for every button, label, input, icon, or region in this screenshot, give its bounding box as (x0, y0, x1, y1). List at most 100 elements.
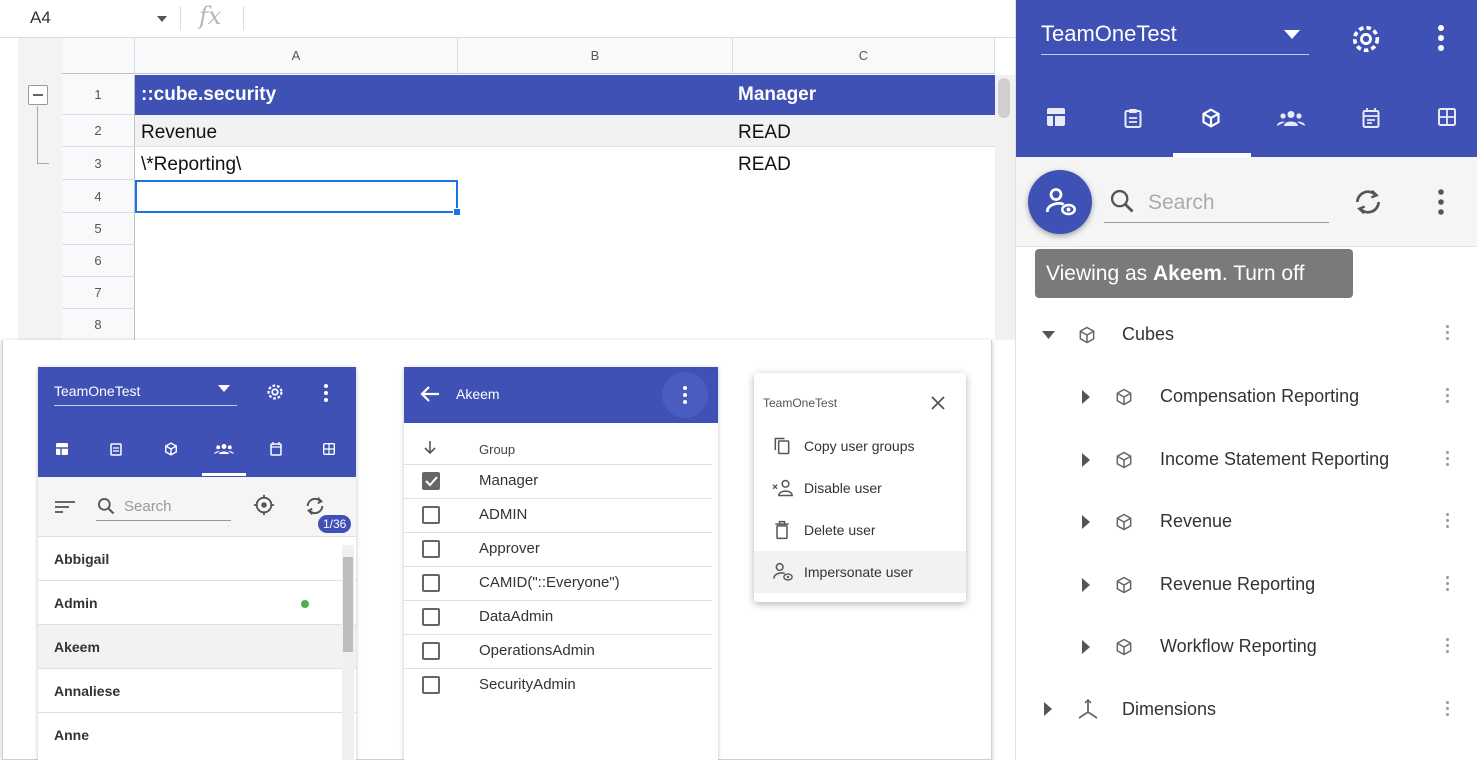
group-row[interactable]: CAMID("::Everyone") (404, 567, 712, 601)
tree-node-cube[interactable]: Compensation Reporting (1160, 386, 1359, 407)
more-vert-icon[interactable] (682, 385, 688, 405)
user-row-anne[interactable]: Anne (38, 713, 356, 757)
users-icon[interactable] (1277, 110, 1305, 126)
more-vert-icon[interactable] (1437, 24, 1445, 52)
grid-icon[interactable] (323, 443, 335, 455)
group-row[interactable]: Approver (404, 533, 712, 567)
row-header[interactable]: 8 (62, 309, 135, 340)
sync-icon[interactable] (1352, 186, 1384, 218)
delete-user-item[interactable]: Delete user (754, 509, 966, 551)
expand-right-icon[interactable] (1082, 453, 1090, 467)
expand-right-icon[interactable] (1082, 578, 1090, 592)
impersonate-user-item[interactable]: Impersonate user (754, 551, 966, 593)
expand-right-icon[interactable] (1044, 702, 1052, 716)
disable-user-item[interactable]: Disable user (754, 467, 966, 509)
row-header[interactable]: 4 (62, 180, 135, 213)
table-icon[interactable] (1047, 108, 1065, 126)
collapse-group-icon[interactable] (28, 85, 48, 105)
group-checkbox[interactable] (422, 676, 440, 694)
expand-down-icon[interactable] (1042, 331, 1055, 340)
cell-a1[interactable]: ::cube.security (141, 84, 276, 106)
group-row[interactable]: SecurityAdmin (404, 669, 712, 703)
chevron-down-icon[interactable] (157, 16, 167, 22)
group-checkbox[interactable] (422, 574, 440, 592)
sidebar-search-input[interactable] (1104, 185, 1329, 223)
close-icon[interactable] (930, 395, 946, 411)
scrollbar-thumb[interactable] (998, 78, 1010, 118)
cube-icon[interactable] (164, 442, 178, 456)
group-row[interactable]: ADMIN (404, 499, 712, 533)
expand-right-icon[interactable] (1082, 640, 1090, 654)
cell-c2[interactable]: READ (738, 122, 791, 144)
more-vert-icon[interactable] (323, 383, 329, 403)
tree-node-cube[interactable]: Workflow Reporting (1160, 636, 1317, 657)
column-header-c[interactable]: C (733, 38, 995, 74)
tree-node-cube[interactable]: Income Statement Reporting (1160, 449, 1389, 470)
group-row[interactable]: Manager (404, 465, 712, 499)
row-header[interactable]: 1 (62, 75, 135, 115)
group-row[interactable]: OperationsAdmin (404, 635, 712, 669)
clipboard-icon[interactable] (110, 442, 122, 456)
row-header[interactable]: 5 (62, 213, 135, 245)
more-vert-icon[interactable] (1446, 388, 1450, 406)
group-checkbox[interactable] (422, 472, 440, 490)
chevron-down-icon[interactable] (218, 385, 230, 393)
table-icon[interactable] (56, 443, 68, 455)
more-vert-icon[interactable] (1446, 701, 1450, 719)
scrollbar-thumb[interactable] (343, 557, 353, 652)
back-arrow-icon[interactable] (420, 385, 440, 403)
user-row-abbigail[interactable]: Abbigail (38, 537, 356, 581)
row-header[interactable]: 3 (62, 147, 135, 180)
expand-right-icon[interactable] (1082, 390, 1090, 404)
tree-node-cube[interactable]: Revenue (1160, 511, 1232, 532)
chevron-down-icon[interactable] (1284, 30, 1300, 40)
row-header[interactable]: 2 (62, 115, 135, 147)
select-all-corner[interactable] (62, 38, 135, 74)
grid-icon[interactable] (1438, 108, 1456, 126)
group-checkbox[interactable] (422, 608, 440, 626)
users-icon[interactable] (214, 443, 234, 455)
more-vert-icon[interactable] (1446, 576, 1450, 594)
row-header[interactable]: 6 (62, 245, 135, 277)
gear-icon[interactable] (264, 381, 286, 403)
sort-arrow-icon[interactable] (424, 441, 436, 455)
column-header-b[interactable]: B (458, 38, 733, 74)
filter-icon[interactable] (54, 499, 76, 515)
group-row[interactable]: DataAdmin (404, 601, 712, 635)
calendar-icon[interactable] (270, 442, 282, 456)
tree-node-cubes[interactable]: Cubes (1122, 324, 1174, 345)
tree-node-cube[interactable]: Revenue Reporting (1160, 574, 1315, 595)
impersonation-tooltip[interactable]: Viewing as Akeem. Turn off (1035, 249, 1353, 298)
impersonate-fab[interactable] (1028, 170, 1092, 234)
group-checkbox[interactable] (422, 540, 440, 558)
tree-node-dimensions[interactable]: Dimensions (1122, 699, 1216, 720)
more-button[interactable] (662, 372, 708, 418)
gear-icon[interactable] (1349, 22, 1383, 56)
calendar-icon[interactable] (1362, 108, 1380, 128)
search-input[interactable]: Search (124, 498, 172, 515)
user-row-akeem[interactable]: Akeem (38, 625, 356, 669)
more-vert-icon[interactable] (1446, 451, 1450, 469)
clipboard-icon[interactable] (1124, 108, 1142, 128)
cell-a2[interactable]: Revenue (141, 122, 217, 144)
cell-c1[interactable]: Manager (738, 84, 816, 106)
cube-icon[interactable] (1201, 108, 1221, 128)
expand-right-icon[interactable] (1082, 515, 1090, 529)
sync-icon[interactable] (304, 495, 326, 517)
more-vert-icon[interactable] (1446, 325, 1450, 343)
more-vert-icon[interactable] (1446, 513, 1450, 531)
copy-user-groups-item[interactable]: Copy user groups (754, 425, 966, 467)
column-header-a[interactable]: A (135, 38, 458, 74)
row-header[interactable]: 7 (62, 277, 135, 309)
selected-cell-a4[interactable] (135, 180, 458, 213)
user-row-annaliese[interactable]: Annaliese (38, 669, 356, 713)
name-box[interactable]: A4 (30, 8, 51, 28)
cell-c3[interactable]: READ (738, 154, 791, 176)
more-vert-icon[interactable] (1437, 188, 1445, 216)
group-checkbox[interactable] (422, 506, 440, 524)
locate-icon[interactable] (253, 494, 275, 516)
fill-handle[interactable] (453, 208, 461, 216)
group-checkbox[interactable] (422, 642, 440, 660)
cell-a3[interactable]: \*Reporting\ (141, 154, 241, 176)
more-vert-icon[interactable] (1446, 638, 1450, 656)
